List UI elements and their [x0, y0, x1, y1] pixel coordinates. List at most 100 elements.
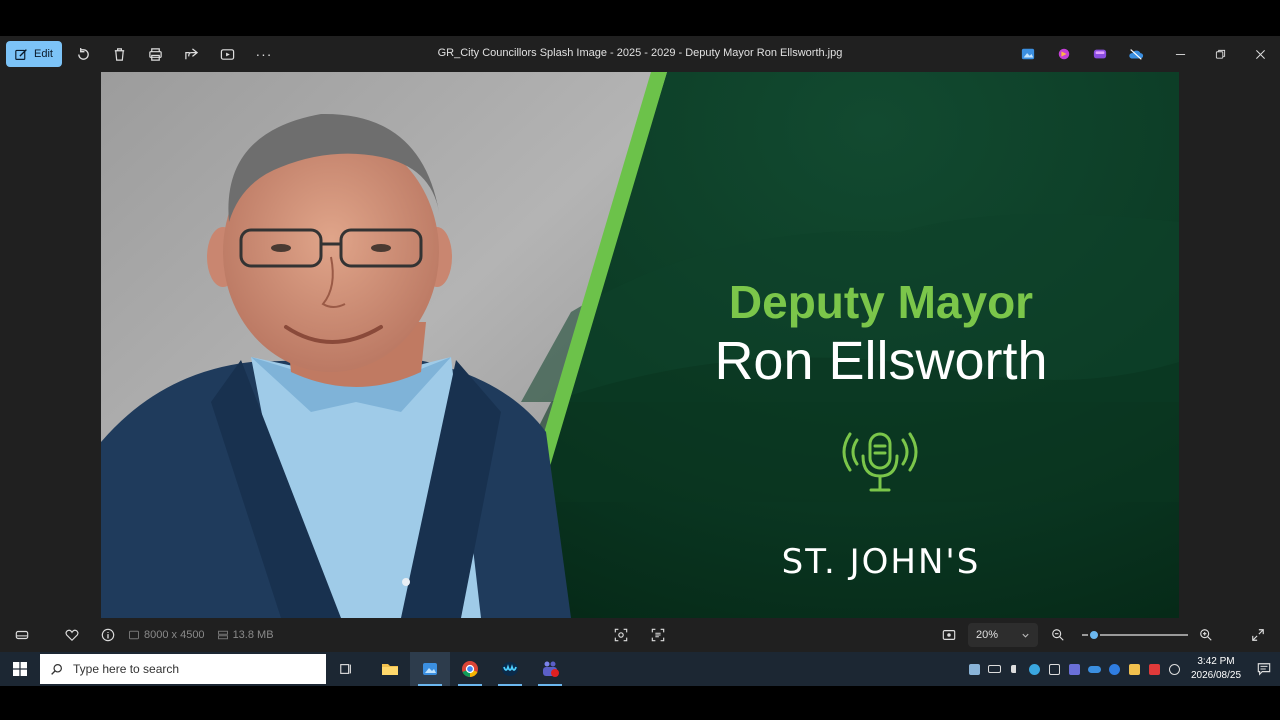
filmstrip-button[interactable] [4, 618, 40, 652]
image-size-icon [129, 630, 139, 640]
taskbar-chrome[interactable] [450, 652, 490, 686]
image-dimensions: 8000 x 4500 [128, 629, 205, 641]
photos-app-window: Edit ··· GR_City Councillors Splash Imag… [0, 36, 1280, 652]
taskbar-clock[interactable]: 3:42 PM 2026/08/25 [1184, 655, 1248, 683]
clock-date: 2026/08/25 [1190, 670, 1242, 681]
system-tray: 3:42 PM 2026/08/25 [964, 652, 1280, 686]
dimensions-text: 8000 x 4500 [144, 629, 205, 641]
minimize-icon [1175, 53, 1185, 55]
cloud-off-icon [1129, 49, 1144, 60]
onedrive-tray-icon[interactable] [1084, 652, 1104, 686]
visual-search-button[interactable] [603, 618, 639, 652]
scan-text-button[interactable] [640, 618, 676, 652]
taskbar-webex[interactable] [490, 652, 530, 686]
search-icon [51, 663, 62, 675]
zoom-slider-thumb[interactable] [1088, 629, 1100, 641]
edit-button[interactable]: Edit [6, 41, 62, 67]
zoom-dropdown[interactable]: 20% [968, 623, 1038, 647]
photos-app-icon [1021, 48, 1035, 60]
task-view-button[interactable] [326, 652, 366, 686]
filmstrip-icon [15, 630, 29, 640]
running-indicator [498, 684, 522, 686]
folder-icon [382, 664, 398, 675]
visual-search-icon [614, 628, 628, 642]
file-size-text: 13.8 MB [232, 629, 274, 641]
person-name: Ron Ellsworth [714, 331, 1048, 391]
running-indicator [458, 684, 482, 686]
file-size: 13.8 MB [217, 629, 274, 641]
print-button[interactable] [138, 40, 174, 68]
minimize-button[interactable] [1160, 36, 1200, 72]
storage-icon [217, 630, 228, 640]
start-button[interactable] [0, 652, 40, 686]
clipchamp-icon [1058, 48, 1070, 60]
microphone-icon [842, 432, 918, 492]
windows-logo-icon [13, 662, 27, 676]
zoom-slider[interactable] [1082, 629, 1188, 641]
more-options-button[interactable]: ··· [246, 40, 282, 68]
zoom-in-button[interactable] [1188, 618, 1224, 652]
file-info-button[interactable] [90, 618, 126, 652]
rotate-button[interactable] [66, 40, 102, 68]
webex-tray-icon[interactable] [1024, 652, 1044, 686]
taskbar-file-explorer[interactable] [370, 652, 410, 686]
active-indicator [418, 684, 442, 686]
search-placeholder: Type here to search [73, 662, 180, 676]
security-tray-icon[interactable] [1124, 652, 1144, 686]
brand-logo: ST. JOHN'S [781, 542, 981, 582]
onedrive-status-button[interactable] [1118, 36, 1154, 72]
expand-icon [1252, 629, 1264, 641]
photos-app-icon [423, 663, 437, 675]
fullscreen-button[interactable] [1240, 618, 1276, 652]
battery-icon[interactable] [984, 652, 1004, 686]
favorite-button[interactable] [54, 618, 90, 652]
taskbar: Type here to search 3:42 PM 2026/08/25 [0, 652, 1280, 686]
clipchamp-app-button[interactable] [1046, 36, 1082, 72]
scan-text-icon [651, 628, 665, 642]
volume-muted-icon[interactable] [1004, 652, 1024, 686]
display-icon[interactable] [1044, 652, 1064, 686]
task-view-icon [340, 664, 351, 674]
snagit-tray-icon[interactable] [1144, 652, 1164, 686]
fit-window-icon [942, 630, 956, 640]
clock-time: 3:42 PM [1197, 656, 1235, 667]
bluetooth-icon[interactable] [1104, 652, 1124, 686]
taskbar-teams[interactable] [530, 652, 570, 686]
info-icon [101, 628, 115, 642]
rotate-icon [78, 47, 90, 60]
taskbar-search-box[interactable]: Type here to search [40, 654, 326, 684]
tray-app-icon[interactable] [964, 652, 984, 686]
more-icon: ··· [255, 46, 273, 62]
fit-to-window-button[interactable] [931, 618, 967, 652]
zoom-value: 20% [976, 629, 999, 641]
chevron-down-icon [1022, 633, 1029, 638]
designer-app-button[interactable] [1082, 36, 1118, 72]
share-icon [185, 47, 199, 59]
close-button[interactable] [1240, 36, 1280, 72]
slideshow-icon [221, 48, 235, 60]
running-indicator [538, 684, 562, 686]
notification-icon [1257, 663, 1271, 676]
slideshow-button[interactable] [210, 40, 246, 68]
window-title: GR_City Councillors Splash Image - 2025 … [437, 47, 843, 59]
delete-button[interactable] [102, 40, 138, 68]
heart-icon [65, 629, 79, 642]
taskbar-photos[interactable] [410, 652, 450, 686]
edit-label: Edit [34, 48, 53, 60]
close-icon [1255, 49, 1265, 59]
zoom-out-button[interactable] [1040, 618, 1076, 652]
teams-tray-icon[interactable] [1064, 652, 1084, 686]
notifications-button[interactable] [1248, 652, 1280, 686]
edit-icon [15, 48, 27, 60]
chrome-icon [462, 661, 478, 678]
image-canvas[interactable]: Deputy Mayor Ron Ellsworth ST. JOHN'S [101, 72, 1179, 618]
printer-icon [149, 47, 163, 61]
zoom-in-icon [1200, 629, 1212, 641]
photos-editor-app-button[interactable] [1010, 36, 1046, 72]
restore-button[interactable] [1200, 36, 1240, 72]
designer-icon [1093, 49, 1107, 59]
toolbar: Edit ··· GR_City Councillors Splash Imag… [0, 36, 1280, 72]
restore-icon [1215, 49, 1225, 59]
network-globe-icon[interactable] [1164, 652, 1184, 686]
share-button[interactable] [174, 40, 210, 68]
